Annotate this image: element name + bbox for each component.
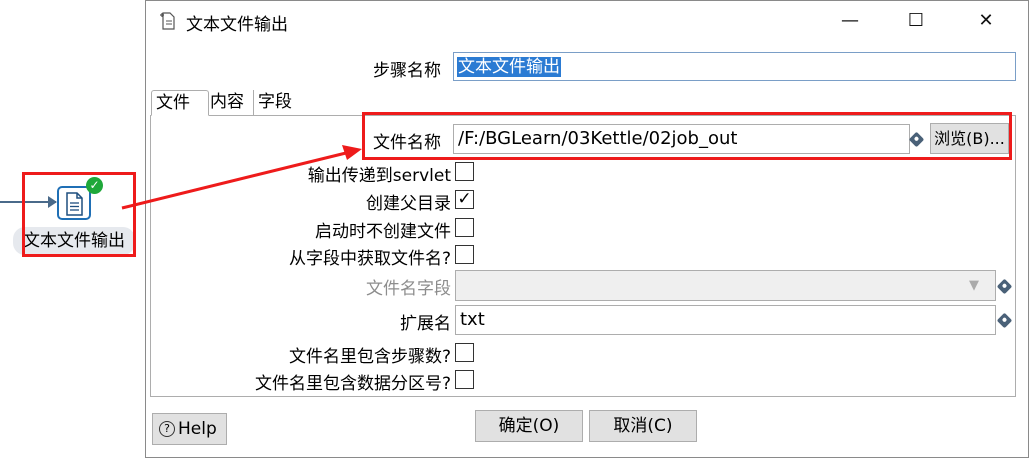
minimize-button[interactable]: — (822, 1, 878, 41)
help-button[interactable]: ? Help (152, 413, 227, 445)
servlet-label: 输出传递到servlet (307, 166, 451, 186)
include-stepnr-checkbox[interactable] (455, 343, 474, 362)
help-button-label: Help (178, 419, 217, 439)
create-parent-label: 创建父目录 (366, 194, 451, 214)
maximize-button[interactable]: ☐ (888, 1, 944, 41)
from-field-checkbox[interactable] (455, 245, 474, 264)
transformation-canvas[interactable]: ✓ 文本文件输出 (0, 0, 146, 458)
step-name-input[interactable]: 文本文件输出 (453, 52, 1016, 81)
no-create-on-start-checkbox[interactable] (455, 218, 474, 237)
filename-field-label: 文件名字段 (366, 279, 451, 299)
extension-label: 扩展名 (400, 314, 451, 334)
step-name-label: 步骤名称 (373, 61, 441, 81)
close-button[interactable]: ✕ (958, 1, 1014, 41)
help-icon: ? (159, 421, 175, 437)
no-create-on-start-label: 启动时不创建文件 (315, 222, 451, 242)
step-name-selected-text: 文本文件输出 (457, 57, 561, 77)
chevron-down-icon[interactable]: ▼ (969, 278, 979, 293)
cancel-button[interactable]: 取消(C) (589, 410, 697, 442)
create-parent-checkbox[interactable]: ✓ (455, 190, 474, 209)
tab-file[interactable]: 文件 (151, 90, 209, 116)
extension-input[interactable]: txt (455, 305, 996, 335)
ok-button[interactable]: 确定(O) (475, 410, 583, 442)
include-stepnr-label: 文件名里包含步骤数? (288, 347, 451, 367)
include-partnr-label: 文件名里包含数据分区号? (254, 374, 451, 394)
title-bar[interactable]: 文本文件输出 — ☐ ✕ (146, 1, 1028, 41)
from-field-label: 从字段中获取文件名? (288, 249, 451, 269)
dialog-title: 文本文件输出 (186, 15, 288, 35)
tab-content[interactable]: 内容 (206, 90, 253, 116)
dialog-app-icon (160, 12, 175, 30)
highlight-box-filename (362, 112, 1012, 160)
tab-fields[interactable]: 字段 (253, 90, 297, 116)
servlet-checkbox[interactable] (455, 162, 474, 181)
text-file-output-dialog: 文本文件输出 — ☐ ✕ 步骤名称 文本文件输出 文件 内容 字段 文件名称 /… (145, 0, 1029, 458)
highlight-box-step (22, 172, 136, 257)
filename-field-combo[interactable] (455, 270, 996, 301)
include-partnr-checkbox[interactable] (455, 370, 474, 389)
